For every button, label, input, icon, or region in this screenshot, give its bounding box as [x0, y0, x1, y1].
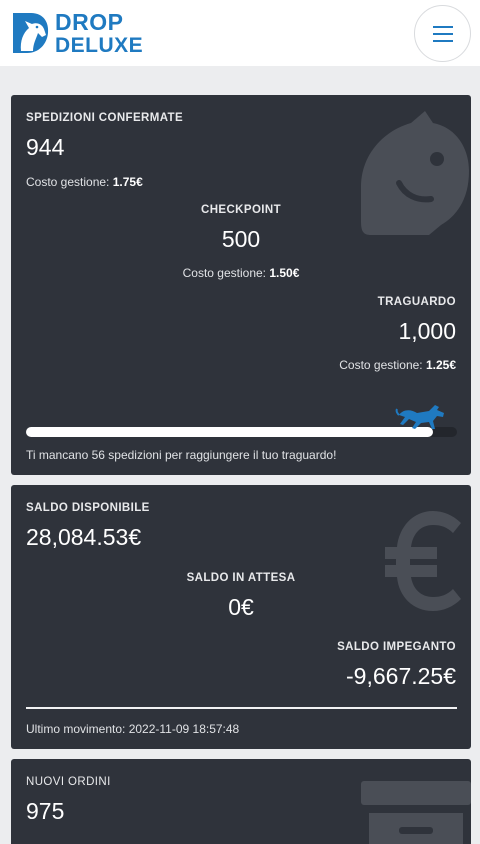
- chess-knight-icon: [361, 111, 469, 235]
- confirmed-fee: Costo gestione: 1.75€: [26, 175, 143, 189]
- pending-balance-value: 0€: [228, 594, 254, 620]
- brand-line1: DROP: [55, 8, 124, 35]
- goal-value: 1,000: [398, 318, 456, 344]
- balance-card: SALDO DISPONIBILE 28,084.53€ SALDO IN AT…: [11, 485, 471, 749]
- committed-balance-label: SALDO IMPEGANTO: [337, 641, 456, 653]
- available-balance-value: 28,084.53€: [26, 524, 142, 550]
- orders-card: NUOVI ORDINI 975: [11, 759, 471, 844]
- balance-divider: [26, 707, 457, 709]
- progress-message: Ti mancano 56 spedizioni per raggiungere…: [26, 448, 337, 462]
- checkpoint-fee: Costo gestione: 1.50€: [182, 266, 300, 280]
- confirmed-value: 944: [26, 134, 65, 160]
- available-balance-label: SALDO DISPONIBILE: [26, 502, 150, 514]
- hamburger-icon: [432, 25, 453, 42]
- progress-fill: [26, 427, 433, 437]
- brand-logo[interactable]: DROP DELUXE: [11, 10, 143, 56]
- goal-label: TRAGUARDO: [377, 296, 456, 308]
- confirmed-label: SPEDIZIONI CONFERMATE: [26, 112, 184, 124]
- horse-logo-icon: [13, 13, 49, 53]
- goal-fee: Costo gestione: 1.25€: [339, 358, 456, 372]
- pending-balance-label: SALDO IN ATTESA: [186, 572, 296, 584]
- archive-box-icon: [361, 781, 471, 844]
- new-orders-value: 975: [26, 798, 65, 824]
- brand-line2: DELUXE: [55, 33, 144, 57]
- committed-balance-value: -9,667.25€: [346, 663, 456, 689]
- horse-icon: [395, 405, 444, 429]
- top-header: DROP DELUXE: [0, 0, 480, 66]
- checkpoint-label: CHECKPOINT: [200, 204, 282, 216]
- menu-button[interactable]: [414, 5, 471, 62]
- last-movement: Ultimo movimento: 2022-11-09 18:57:48: [26, 722, 240, 736]
- new-orders-label: NUOVI ORDINI: [26, 776, 111, 788]
- shipments-card: SPEDIZIONI CONFERMATE 944 Costo gestione…: [11, 95, 471, 475]
- checkpoint-value: 500: [221, 226, 261, 252]
- shipments-progress-bar: [26, 427, 457, 437]
